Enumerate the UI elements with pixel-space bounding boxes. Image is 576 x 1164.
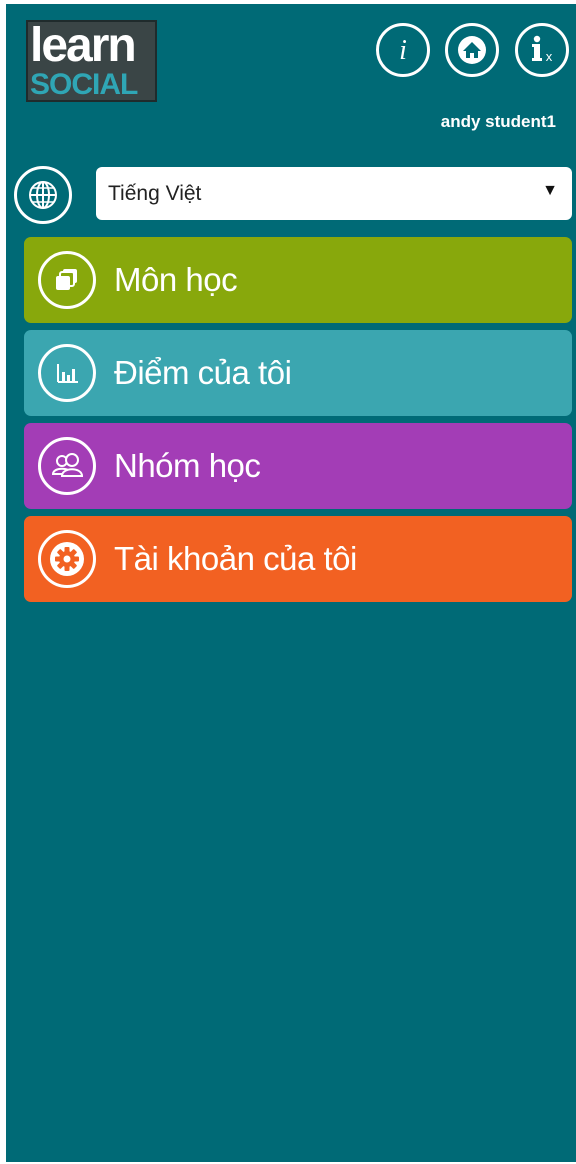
groups-icon — [38, 437, 96, 495]
menu-label-study-groups: Nhóm học — [114, 447, 261, 484]
home-icon — [458, 36, 486, 64]
menu-item-courses[interactable]: Môn học — [24, 237, 572, 323]
grades-icon — [38, 344, 96, 402]
svg-text:i: i — [399, 35, 407, 66]
globe-icon — [29, 181, 57, 209]
dropdown-arrow-icon: ▼ — [542, 182, 558, 199]
menu-item-my-account[interactable]: Tài khoản của tôi — [24, 516, 572, 602]
settings-icon — [38, 530, 96, 588]
home-button[interactable] — [445, 23, 499, 77]
app-panel: learn SOCIAL i x andy student1 Tiếng Việ… — [6, 4, 576, 1162]
courses-icon — [38, 251, 96, 309]
language-globe-button[interactable] — [14, 166, 72, 224]
menu-label-my-grades: Điểm của tôi — [114, 354, 292, 391]
logo-text-social: SOCIAL — [30, 68, 138, 101]
language-selected-value: Tiếng Việt — [108, 181, 202, 205]
accessibility-icon: x — [532, 35, 553, 64]
info-button[interactable]: i — [376, 23, 430, 77]
user-name: andy student1 — [440, 112, 556, 131]
menu-item-study-groups[interactable]: Nhóm học — [24, 423, 572, 509]
menu-item-my-grades[interactable]: Điểm của tôi — [24, 330, 572, 416]
info-icon: i — [399, 35, 407, 66]
language-select[interactable]: Tiếng Việt ▼ — [96, 167, 572, 220]
menu-label-courses: Môn học — [114, 261, 238, 298]
learnsocial-logo: learn SOCIAL — [26, 20, 157, 102]
menu-label-my-account: Tài khoản của tôi — [114, 540, 357, 577]
svg-text:x: x — [546, 49, 553, 64]
logo-text-learn: learn — [30, 20, 137, 72]
accessibility-button[interactable]: x — [515, 23, 569, 77]
